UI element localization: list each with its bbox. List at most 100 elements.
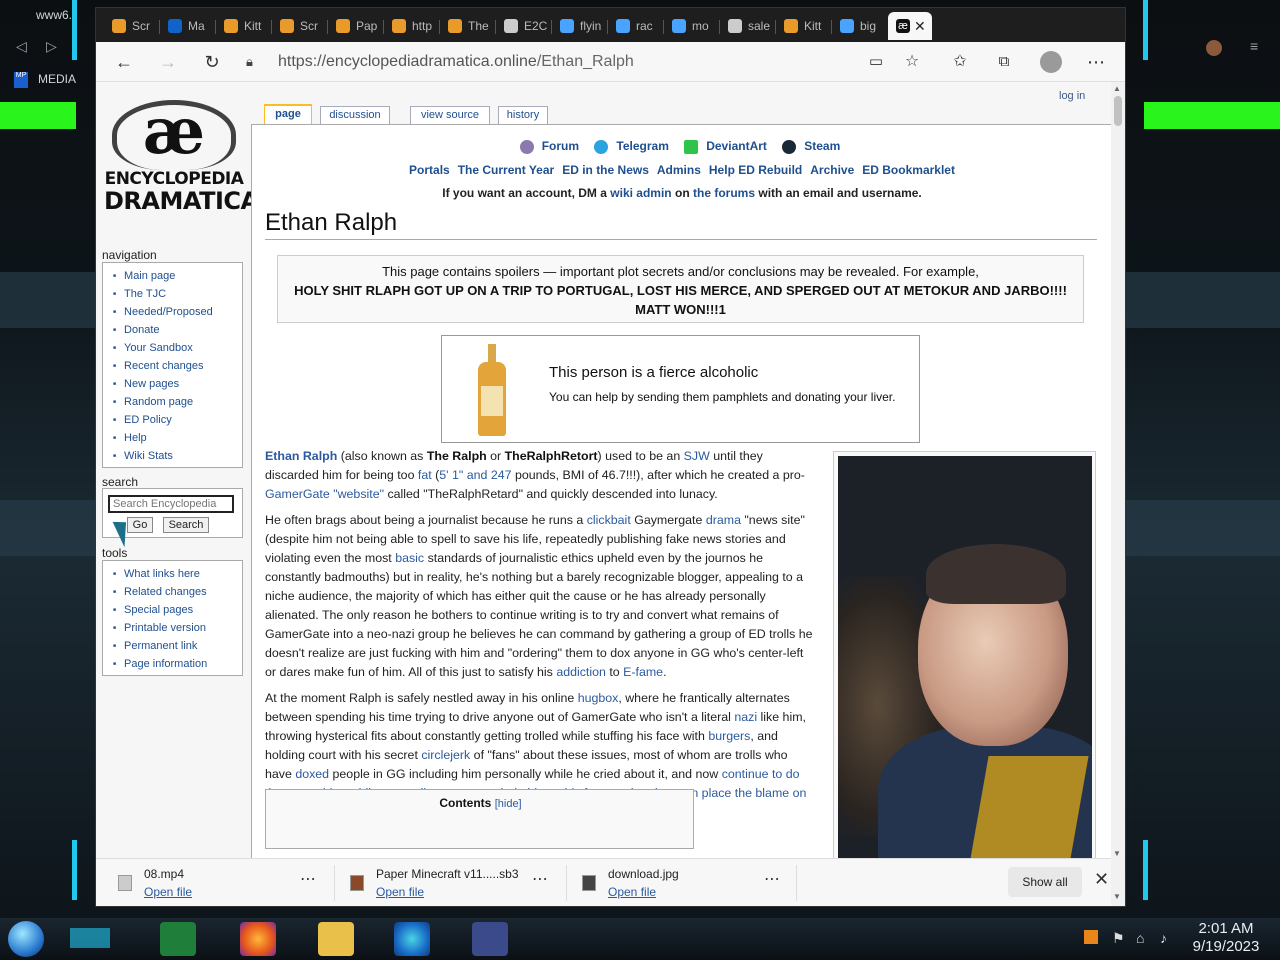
sidebar-tool-link[interactable]: Printable version <box>113 619 242 637</box>
article-link[interactable]: addiction <box>556 665 606 679</box>
sidebar-nav-link[interactable]: Recent changes <box>113 357 242 375</box>
article-link[interactable]: E-fame <box>623 665 663 679</box>
article-link[interactable]: "website" <box>333 487 384 501</box>
browser-tab[interactable]: flyin <box>552 12 606 40</box>
article-link[interactable]: SJW <box>684 449 710 463</box>
article-link[interactable]: hugbox <box>578 691 619 705</box>
download-more-icon[interactable]: ⋯ <box>532 869 548 889</box>
back-button[interactable]: ← <box>110 48 138 76</box>
browser-tab[interactable]: big <box>832 12 886 40</box>
article-link[interactable]: fat <box>418 468 432 482</box>
browser-tab[interactable]: The <box>440 12 494 40</box>
forward-button[interactable]: → <box>154 48 182 76</box>
open-file-link[interactable]: Open file <box>608 885 656 899</box>
article-link[interactable]: clickbait <box>587 513 631 527</box>
show-all-downloads-button[interactable]: Show all <box>1008 867 1082 897</box>
article-link[interactable]: basic <box>395 551 424 565</box>
sidebar-nav-link[interactable]: ED Policy <box>113 411 242 429</box>
browser-tab[interactable]: Kitt <box>776 12 830 40</box>
browser-tab[interactable]: sale <box>720 12 774 40</box>
firefox-taskbar-icon[interactable] <box>240 922 276 956</box>
menu-icon[interactable]: ≡ <box>1250 38 1258 54</box>
site-link[interactable]: The Current Year <box>458 163 554 177</box>
browser-tab[interactable]: http <box>384 12 438 40</box>
tray-app-icon[interactable] <box>1084 930 1098 944</box>
portrait-photo[interactable] <box>838 456 1092 858</box>
site-link[interactable]: ED Bookmarklet <box>862 163 955 177</box>
login-link[interactable]: log in <box>1059 90 1085 102</box>
scroll-down-icon[interactable]: ▼ <box>1113 849 1121 858</box>
sidebar-nav-link[interactable]: Help <box>113 429 242 447</box>
browser-tab[interactable]: rac <box>608 12 662 40</box>
sidebar-tool-link[interactable]: Related changes <box>113 583 242 601</box>
reader-mode-icon[interactable]: ▭ <box>862 48 890 76</box>
site-link[interactable]: ED in the News <box>562 163 649 177</box>
favorites-icon[interactable]: ✩ <box>946 48 974 76</box>
article-link[interactable]: drama <box>706 513 741 527</box>
article-link[interactable]: circlejerk <box>421 748 470 762</box>
spotify-taskbar-icon[interactable] <box>160 922 196 956</box>
go-button[interactable]: Go <box>127 517 153 533</box>
browser-tab[interactable]: Kitt <box>216 12 270 40</box>
sidebar-tool-link[interactable]: What links here <box>113 565 242 583</box>
site-link[interactable]: Admins <box>657 163 701 177</box>
user-avatar-icon[interactable] <box>1206 40 1222 56</box>
browser-tab[interactable]: mo <box>664 12 718 40</box>
address-bar[interactable]: 🔒︎ https://encyclopediadramatica.online /… <box>246 47 936 77</box>
search-button[interactable]: Search <box>163 517 209 533</box>
article-link[interactable]: burgers <box>708 729 750 743</box>
wiki-admin-link[interactable]: wiki admin <box>610 186 671 200</box>
tab-discussion[interactable]: discussion <box>320 106 390 124</box>
more-menu-icon[interactable]: ⋯ <box>1082 48 1110 76</box>
toc-hide-link[interactable]: [hide] <box>495 798 522 810</box>
site-link[interactable]: Portals <box>409 163 450 177</box>
forums-link[interactable]: the forums <box>693 186 755 200</box>
reload-button[interactable]: ↻ <box>198 48 226 76</box>
site-link[interactable]: Help ED Rebuild <box>709 163 802 177</box>
site-logo[interactable]: æ ENCYCLOPEDIA DRAMATICA <box>104 94 259 232</box>
steam-link[interactable]: Steam <box>782 139 844 154</box>
browser-tab[interactable]: Ma <box>160 12 214 40</box>
search-input[interactable] <box>108 495 234 513</box>
sidebar-nav-link[interactable]: The TJC <box>113 285 242 303</box>
sidebar-tool-link[interactable]: Permanent link <box>113 637 242 655</box>
vertical-scrollbar[interactable]: ▲ ▼ ▼ <box>1111 82 1125 906</box>
article-link[interactable]: nazi <box>734 710 757 724</box>
lock-icon[interactable]: 🔒︎ <box>246 54 264 70</box>
sidebar-nav-link[interactable]: Wiki Stats <box>113 447 242 465</box>
flag-icon[interactable]: ⚑ <box>1112 930 1125 947</box>
article-link[interactable]: doxed <box>295 767 329 781</box>
article-link[interactable]: GamerGate <box>265 487 330 501</box>
sidebar-nav-link[interactable]: Needed/Proposed <box>113 303 242 321</box>
sidebar-tool-link[interactable]: Page information <box>113 655 242 673</box>
tab-view-source[interactable]: view source <box>410 106 490 124</box>
scroll-up-icon[interactable]: ▲ <box>1113 84 1121 93</box>
sidebar-tool-link[interactable]: Special pages <box>113 601 242 619</box>
sidebar-nav-link[interactable]: Your Sandbox <box>113 339 242 357</box>
forward-arrow-icon[interactable]: ▷ <box>46 38 57 55</box>
browser-tab[interactable]: E2C <box>496 12 550 40</box>
media-label[interactable]: MEDIA <box>38 72 76 86</box>
back-arrow-icon[interactable]: ◁ <box>16 38 27 55</box>
collections-icon[interactable]: ⧉ <box>990 48 1018 76</box>
close-downloads-icon[interactable]: ✕ <box>1094 869 1109 890</box>
deviantart-link[interactable]: DeviantArt <box>684 139 771 154</box>
add-favorite-icon[interactable]: ☆ <box>898 48 926 76</box>
browser-tab[interactable]: Pap <box>328 12 382 40</box>
close-tab-icon[interactable]: ✕ <box>914 18 926 35</box>
download-item[interactable]: Paper Minecraft v11.....sb3 Open file <box>350 865 540 901</box>
volume-icon[interactable]: ♪ <box>1160 930 1167 946</box>
open-file-link[interactable]: Open file <box>376 885 424 899</box>
sidebar-nav-link[interactable]: Main page <box>113 267 242 285</box>
sidebar-nav-link[interactable]: Donate <box>113 321 242 339</box>
network-icon[interactable]: ⌂ <box>1136 930 1144 946</box>
edge-taskbar-icon[interactable] <box>394 922 430 956</box>
scroll-down-icon[interactable]: ▼ <box>1113 892 1121 901</box>
profile-avatar[interactable] <box>1040 51 1062 73</box>
tab-page[interactable]: page <box>264 104 312 124</box>
download-more-icon[interactable]: ⋯ <box>764 869 780 889</box>
site-link[interactable]: Archive <box>810 163 854 177</box>
sidebar-nav-link[interactable]: New pages <box>113 375 242 393</box>
system-clock[interactable]: 2:01 AM 9/19/2023 <box>1188 920 1264 956</box>
start-button[interactable] <box>8 921 44 957</box>
